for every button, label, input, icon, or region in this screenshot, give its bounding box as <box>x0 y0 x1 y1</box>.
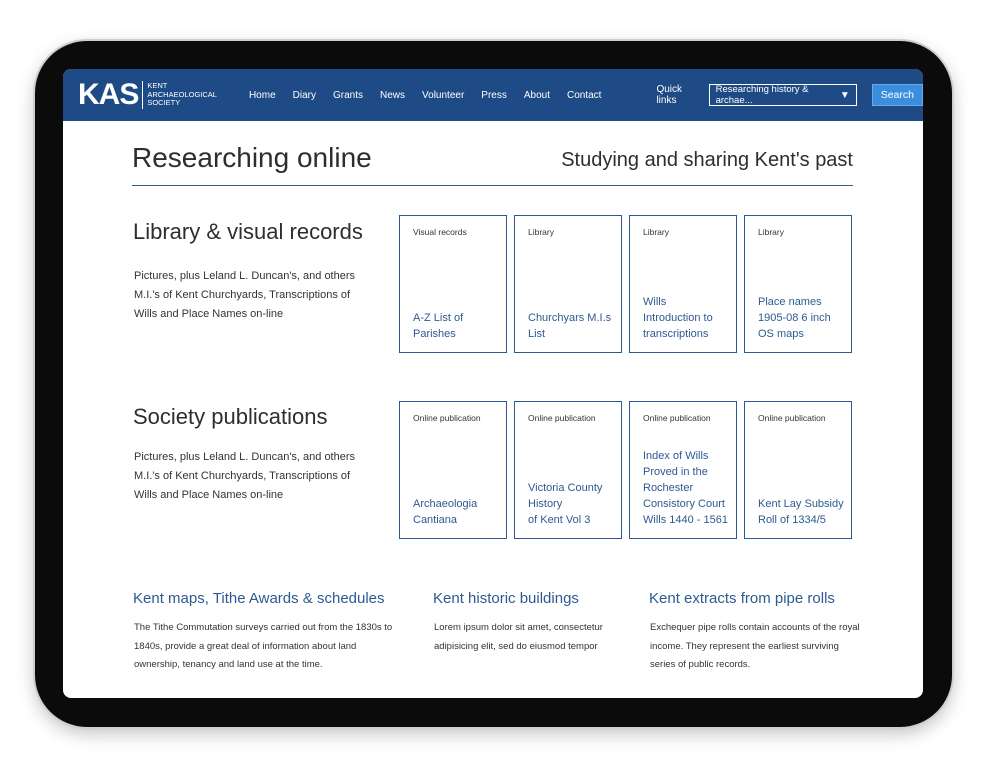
card-category: Library <box>758 227 784 237</box>
logo-mark: KAS <box>78 78 139 111</box>
card-place-names[interactable]: Library Place names 1905-08 6 inch OS ma… <box>744 215 852 353</box>
card-category: Online publication <box>413 413 481 423</box>
card-victoria-county-history[interactable]: Online publication Victoria County Histo… <box>514 401 622 539</box>
card-archaeologia-cantiana[interactable]: Online publication Archaeologia Cantiana <box>399 401 507 539</box>
chevron-down-icon: ▼ <box>839 89 850 101</box>
section-desc-library: Pictures, plus Leland L. Duncan's, and o… <box>134 270 356 320</box>
card-wills[interactable]: Library Wills Introduction to transcript… <box>629 215 737 353</box>
card-churchyards[interactable]: Library Churchyars M.I.s List <box>514 215 622 353</box>
card-category: Online publication <box>643 413 711 423</box>
link-kent-pipe-rolls[interactable]: Kent extracts from pipe rolls <box>649 590 835 607</box>
library-cards: Visual records A-Z List of Parishes Libr… <box>399 215 859 353</box>
card-title: Place names 1905-08 6 inch OS maps <box>758 296 831 340</box>
card-category: Visual records <box>413 227 467 237</box>
card-title: Archaeologia Cantiana <box>413 498 478 526</box>
card-category: Library <box>643 227 669 237</box>
section-title-library: Library & visual records <box>133 219 363 244</box>
publication-cards: Online publication Archaeologia Cantiana… <box>399 401 859 539</box>
card-title: Wills Introduction to transcriptions <box>643 296 713 340</box>
card-title: Churchyars M.I.s List <box>528 312 612 340</box>
card-title: Index of Wills Proved in the Rochester C… <box>643 450 728 526</box>
card-index-of-wills[interactable]: Online publication Index of Wills Proved… <box>629 401 737 539</box>
card-title: Victoria County History of Kent Vol 3 <box>528 482 603 526</box>
browser-screen: KAS KENT ARCHAEOLOGICAL SOCIETY Home Dia… <box>63 69 923 698</box>
card-lay-subsidy-roll[interactable]: Online publication Kent Lay Subsidy Roll… <box>744 401 852 539</box>
link-kent-maps[interactable]: Kent maps, Tithe Awards & schedules <box>133 590 385 607</box>
card-title: Kent Lay Subsidy Roll of 1334/5 <box>758 498 844 526</box>
nav-link-volunteer[interactable]: Volunteer <box>422 90 464 101</box>
card-title: A-Z List of Parishes <box>413 312 464 340</box>
card-az-parishes[interactable]: Visual records A-Z List of Parishes <box>399 215 507 353</box>
nav-link-contact[interactable]: Contact <box>567 90 601 101</box>
kas-logo[interactable]: KAS KENT ARCHAEOLOGICAL SOCIETY <box>78 80 217 110</box>
page-title: Researching online <box>132 142 372 173</box>
card-category: Online publication <box>758 413 826 423</box>
search-button[interactable]: Search <box>871 84 923 106</box>
nav-link-home[interactable]: Home <box>249 90 276 101</box>
nav-links: Home Diary Grants News Volunteer Press A… <box>249 90 619 101</box>
text-kent-maps: The Tithe Commutation surveys carried ou… <box>134 622 393 670</box>
top-navigation: KAS KENT ARCHAEOLOGICAL SOCIETY Home Dia… <box>63 69 923 121</box>
link-kent-historic-buildings[interactable]: Kent historic buildings <box>433 590 579 607</box>
header-divider <box>132 185 853 186</box>
nav-link-diary[interactable]: Diary <box>293 90 316 101</box>
section-desc-publications: Pictures, plus Leland L. Duncan's, and o… <box>134 451 356 501</box>
quick-links-label: Quick links <box>656 84 683 106</box>
card-category: Online publication <box>528 413 596 423</box>
nav-link-about[interactable]: About <box>524 90 550 101</box>
page-tagline: Studying and sharing Kent's past <box>561 149 853 171</box>
nav-link-press[interactable]: Press <box>481 90 507 101</box>
text-kent-historic-buildings: Lorem ipsum dolor sit amet, consectetur … <box>434 622 603 652</box>
text-kent-pipe-rolls: Exchequer pipe rolls contain accounts of… <box>650 622 860 670</box>
logo-words: KENT ARCHAEOLOGICAL SOCIETY <box>147 82 217 108</box>
logo-word-3: SOCIETY <box>147 98 181 108</box>
nav-link-grants[interactable]: Grants <box>333 90 363 101</box>
quick-links-select[interactable]: Researching history & archae... ▼ <box>708 84 857 106</box>
section-title-publications: Society publications <box>133 404 328 429</box>
quick-links-value: Researching history & archae... <box>715 84 809 106</box>
logo-divider <box>142 81 144 109</box>
card-category: Library <box>528 227 554 237</box>
nav-link-news[interactable]: News <box>380 90 405 101</box>
